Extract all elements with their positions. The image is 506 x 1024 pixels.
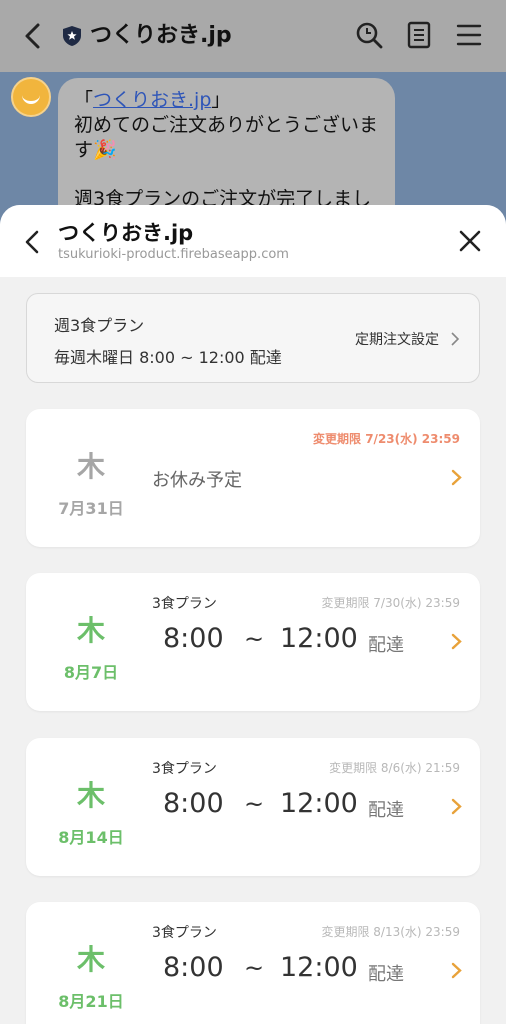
plan-name: 週3食プラン <box>54 316 145 335</box>
weekday-label: 木 <box>76 779 105 812</box>
time-start: 8:00 <box>163 788 224 819</box>
time-end: 12:00 <box>280 623 358 654</box>
time-separator: ~ <box>244 954 265 982</box>
chevron-right-icon <box>451 962 462 979</box>
change-deadline: 変更期限 8/13(水) 23:59 <box>321 925 460 939</box>
change-deadline: 変更期限 7/30(水) 23:59 <box>321 596 460 610</box>
meal-plan-label: 3食プラン <box>152 596 217 612</box>
delivery-card[interactable]: 木 8月14日 3食プラン 変更期限 8/6(水) 21:59 8:00 ~ 1… <box>26 738 480 876</box>
menu-icon[interactable] <box>454 20 484 50</box>
delivery-date: 8月21日 <box>58 992 124 1011</box>
time-start: 8:00 <box>163 623 224 654</box>
bubble-text: 初めてのご注文ありがとうございます🎉 <box>74 114 379 161</box>
time-separator: ~ <box>244 790 265 818</box>
weekday-label: 木 <box>76 614 105 647</box>
chevron-right-icon <box>451 332 460 346</box>
search-icon[interactable] <box>354 20 384 50</box>
bubble-quote-close: 」 <box>211 89 231 111</box>
delivery-status: お休み予定 <box>152 470 242 491</box>
time-end: 12:00 <box>280 952 358 983</box>
back-icon[interactable] <box>18 227 48 257</box>
delivery-card[interactable]: 木 8月7日 3食プラン 変更期限 7/30(水) 23:59 8:00 ~ 1… <box>26 573 480 711</box>
change-deadline: 変更期限 7/23(水) 23:59 <box>313 432 460 446</box>
delivery-label: 配達 <box>368 964 404 985</box>
sheet-url: tsukurioki-product.firebaseapp.com <box>58 247 289 262</box>
time-separator: ~ <box>244 625 265 653</box>
plan-schedule: 毎週木曜日 8:00 ~ 12:00 配達 <box>54 348 282 367</box>
delivery-label: 配達 <box>368 635 404 656</box>
close-icon[interactable] <box>456 227 484 255</box>
sheet-title: つくりおき.jp <box>58 221 194 245</box>
delivery-card[interactable]: 木 7月31日 変更期限 7/23(水) 23:59 お休み予定 <box>26 409 480 547</box>
weekday-label: 木 <box>76 943 105 976</box>
chevron-right-icon <box>451 469 462 486</box>
weekday-label: 木 <box>76 450 105 483</box>
chat-title: つくりおき.jp <box>90 23 232 48</box>
delivery-card[interactable]: 木 8月21日 3食プラン 変更期限 8/13(水) 23:59 8:00 ~ … <box>26 902 480 1024</box>
plan-summary[interactable]: 週3食プラン 毎週木曜日 8:00 ~ 12:00 配達 定期注文設定 <box>26 293 480 383</box>
sheet-header: つくりおき.jp tsukurioki-product.firebaseapp.… <box>0 205 506 277</box>
chat-header: つくりおき.jp <box>0 0 506 72</box>
back-icon[interactable] <box>18 20 50 52</box>
avatar[interactable] <box>11 77 51 117</box>
delivery-label: 配達 <box>368 800 404 821</box>
delivery-date: 8月14日 <box>58 828 124 847</box>
change-deadline: 変更期限 8/6(水) 21:59 <box>329 761 460 775</box>
time-end: 12:00 <box>280 788 358 819</box>
chevron-right-icon <box>451 798 462 815</box>
notes-icon[interactable] <box>404 20 434 50</box>
time-start: 8:00 <box>163 952 224 983</box>
meal-plan-label: 3食プラン <box>152 925 217 941</box>
delivery-date: 7月31日 <box>58 499 124 518</box>
webview-sheet: つくりおき.jp tsukurioki-product.firebaseapp.… <box>0 205 506 1024</box>
official-badge-icon <box>63 26 81 46</box>
meal-plan-label: 3食プラン <box>152 761 217 777</box>
bubble-link[interactable]: つくりおき.jp <box>93 89 211 111</box>
chevron-right-icon <box>451 633 462 650</box>
bubble-quote-open: 「 <box>74 89 94 111</box>
subscription-settings-link[interactable]: 定期注文設定 <box>355 329 439 349</box>
delivery-date: 8月7日 <box>63 663 119 682</box>
